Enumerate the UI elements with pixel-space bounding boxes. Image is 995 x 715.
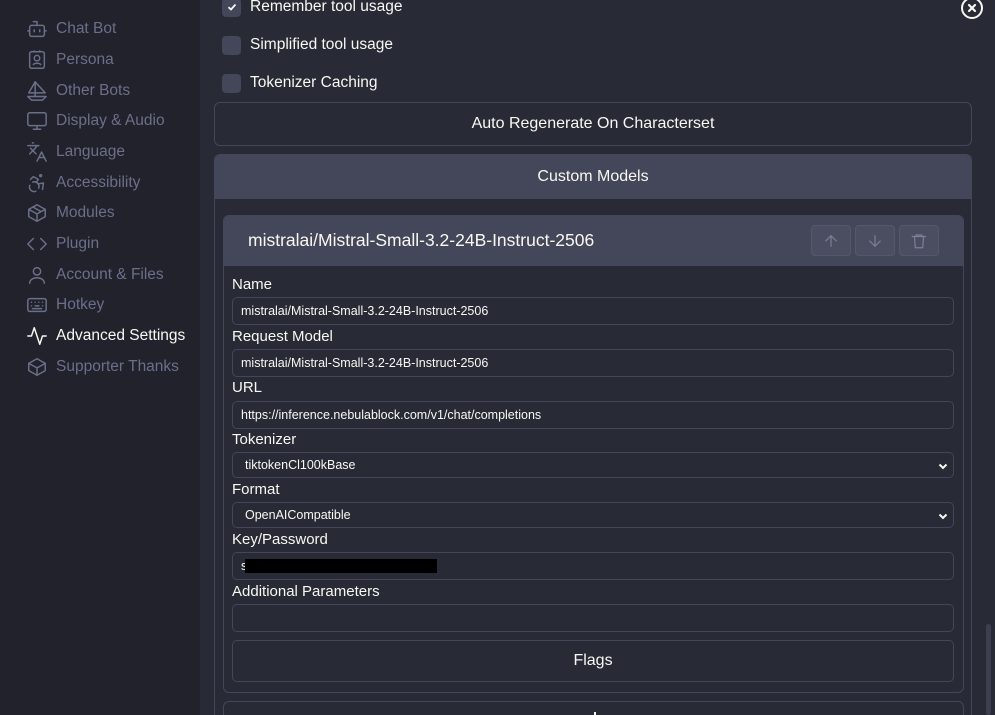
- chevron-down-icon: [938, 463, 948, 470]
- sidebar-item-label: Language: [56, 143, 125, 160]
- format-selected-value: OpenAICompatible: [245, 508, 351, 522]
- simplified-tool-usage-toggle[interactable]: Simplified tool usage: [222, 34, 393, 56]
- sidebar-item-label: Account & Files: [56, 266, 164, 283]
- trash-icon: [911, 233, 927, 248]
- chevron-down-icon: [938, 513, 948, 520]
- user-icon: [28, 266, 46, 284]
- delete-model-button[interactable]: [899, 225, 939, 256]
- remember-tool-usage-checkbox[interactable]: [222, 0, 241, 17]
- sidebar-item-label: Plugin: [56, 235, 100, 252]
- sidebar-item-label: Other Bots: [56, 82, 131, 99]
- format-label: Format: [232, 481, 280, 498]
- close-icon: [967, 3, 977, 13]
- redaction-bar: [245, 559, 437, 573]
- remember-tool-usage-label: Remember tool usage: [250, 0, 403, 15]
- sidebar-item-other-bots[interactable]: Other Bots: [26, 79, 130, 103]
- sidebar-item-display-audio[interactable]: Display & Audio: [26, 109, 165, 133]
- sidebar: Chat Bot Persona Other Bots Display & Au…: [0, 0, 200, 715]
- tokenizer-select[interactable]: tiktokenCl100kBase: [232, 452, 954, 478]
- sidebar-item-label: Display & Audio: [56, 112, 165, 129]
- format-select[interactable]: OpenAICompatible: [232, 502, 954, 528]
- model-title: mistralai/Mistral-Small-3.2-24B-Instruct…: [248, 230, 595, 250]
- request-model-label: Request Model: [232, 328, 333, 345]
- sidebar-item-account-files[interactable]: Account & Files: [26, 263, 164, 287]
- name-input[interactable]: mistralai/Mistral-Small-3.2-24B-Instruct…: [232, 297, 954, 325]
- code-icon: [27, 237, 47, 251]
- tokenizer-caching-toggle[interactable]: Tokenizer Caching: [222, 72, 378, 94]
- arrow-up-icon: [825, 234, 837, 247]
- auto-regenerate-button[interactable]: Auto Regenerate On Characterset: [214, 102, 972, 146]
- key-password-input[interactable]: s: [232, 552, 954, 580]
- sidebar-item-persona[interactable]: Persona: [26, 48, 114, 72]
- tokenizer-label: Tokenizer: [232, 431, 297, 448]
- sidebar-item-label: Hotkey: [56, 296, 105, 313]
- model-card-header[interactable]: mistralai/Mistral-Small-3.2-24B-Instruct…: [224, 216, 963, 266]
- package-icon: [28, 204, 46, 222]
- url-input[interactable]: https://inference.nebulablock.com/v1/cha…: [232, 401, 954, 429]
- sidebar-item-label: Modules: [56, 204, 115, 221]
- move-up-button[interactable]: [811, 225, 851, 256]
- name-label: Name: [232, 276, 273, 293]
- sidebar-item-advanced-settings[interactable]: Advanced Settings: [26, 324, 185, 348]
- accessibility-icon: [28, 174, 45, 193]
- simplified-tool-usage-checkbox[interactable]: [222, 35, 241, 55]
- model-card: mistralai/Mistral-Small-3.2-24B-Instruct…: [223, 215, 964, 693]
- additional-parameters-input[interactable]: [232, 604, 954, 632]
- sidebar-item-label: Supporter Thanks: [56, 358, 179, 375]
- custom-models-panel: Custom Models mistralai/Mistral-Small-3.…: [214, 154, 972, 715]
- settings-main: Remember tool usage Simplified tool usag…: [200, 0, 995, 715]
- remember-tool-usage-toggle[interactable]: Remember tool usage: [222, 0, 403, 18]
- custom-models-header[interactable]: Custom Models: [215, 155, 971, 199]
- tokenizer-selected-value: tiktokenCl100kBase: [245, 458, 356, 472]
- key-password-label: Key/Password: [232, 531, 328, 548]
- sidebar-item-label: Accessibility: [56, 174, 141, 191]
- box-icon: [28, 358, 46, 376]
- request-model-input[interactable]: mistralai/Mistral-Small-3.2-24B-Instruct…: [232, 349, 954, 377]
- additional-parameters-label: Additional Parameters: [232, 583, 380, 600]
- sidebar-item-supporter-thanks[interactable]: Supporter Thanks: [26, 355, 179, 379]
- sidebar-item-hotkey[interactable]: Hotkey: [26, 293, 104, 317]
- tokenizer-caching-checkbox[interactable]: [222, 73, 241, 93]
- sailboat-icon: [27, 81, 47, 101]
- next-model-card[interactable]: [223, 701, 964, 715]
- keyboard-icon: [27, 297, 47, 313]
- sidebar-item-label: Advanced Settings: [56, 327, 186, 344]
- sidebar-item-label: Persona: [56, 51, 114, 68]
- contact-icon: [28, 50, 46, 69]
- languages-icon: [27, 142, 47, 162]
- sidebar-item-plugin[interactable]: Plugin: [26, 232, 99, 256]
- check-icon: [227, 3, 236, 11]
- simplified-tool-usage-label: Simplified tool usage: [250, 36, 394, 53]
- flags-button[interactable]: Flags: [232, 640, 954, 682]
- monitor-icon: [27, 112, 47, 130]
- activity-icon: [27, 327, 47, 345]
- bot-icon: [27, 20, 47, 38]
- sidebar-item-accessibility[interactable]: Accessibility: [26, 171, 140, 195]
- arrow-down-icon: [869, 234, 881, 247]
- move-down-button[interactable]: [855, 225, 895, 256]
- url-label: URL: [232, 379, 263, 396]
- close-button[interactable]: [961, 0, 983, 19]
- sidebar-item-label: Chat Bot: [56, 20, 117, 37]
- sidebar-item-chat-bot[interactable]: Chat Bot: [26, 17, 116, 41]
- scrollbar[interactable]: [986, 624, 991, 715]
- sidebar-item-language[interactable]: Language: [26, 140, 125, 164]
- sidebar-item-modules[interactable]: Modules: [26, 201, 115, 225]
- tokenizer-caching-label: Tokenizer Caching: [250, 74, 378, 91]
